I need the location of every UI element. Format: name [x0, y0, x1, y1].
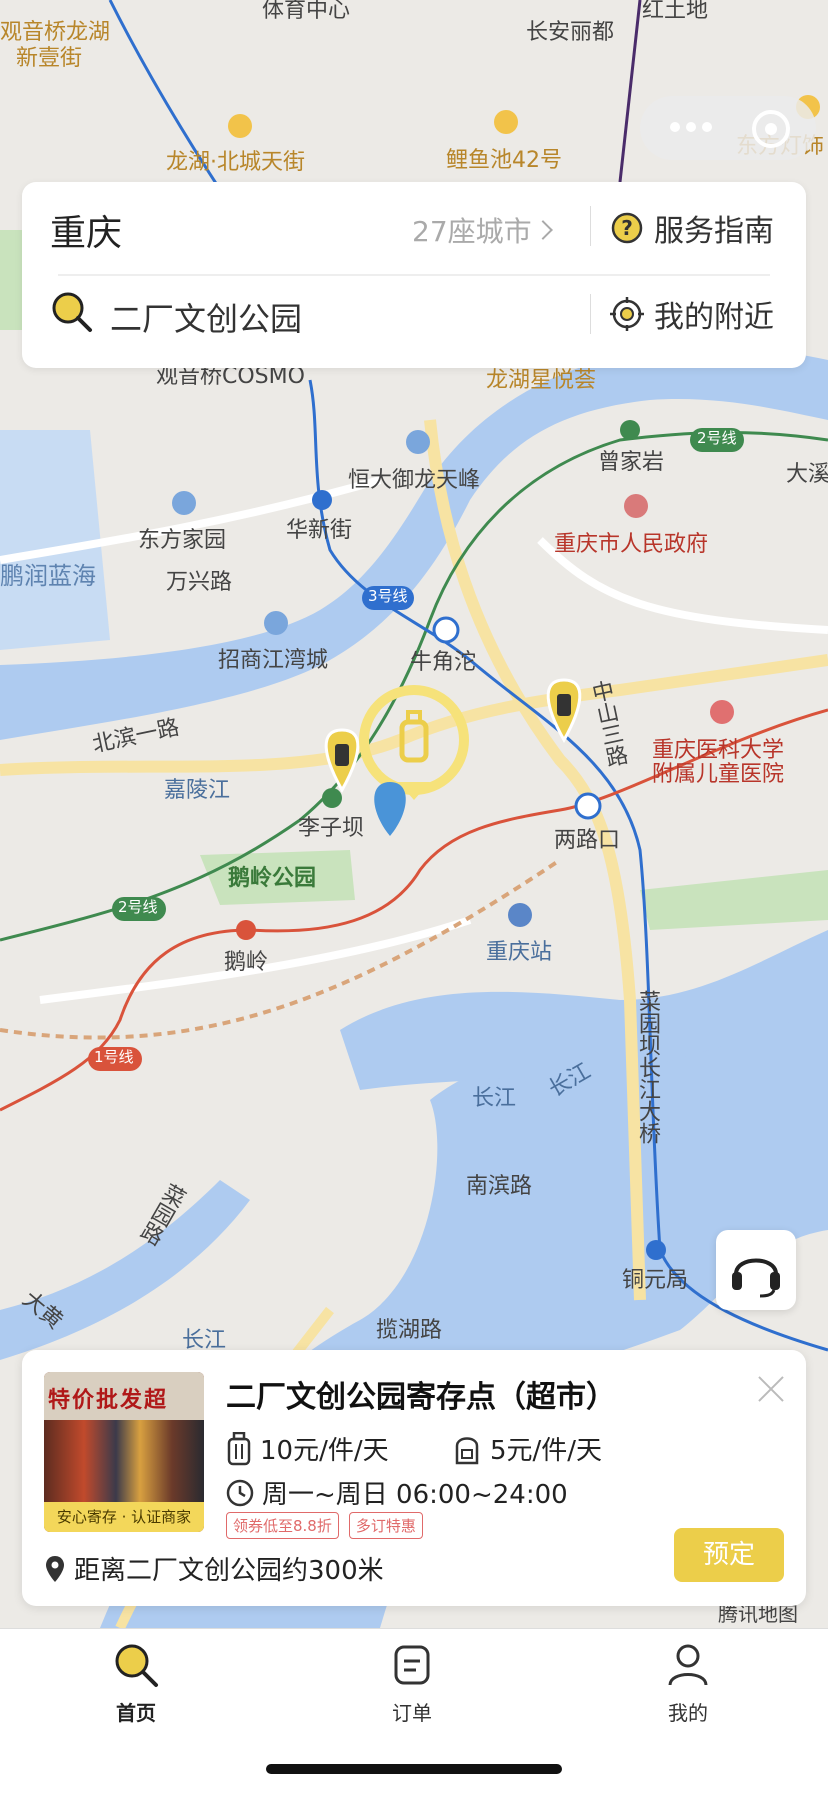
- map-label: 红土地: [642, 0, 709, 23]
- luggage-price: 10元/件/天: [226, 1430, 389, 1467]
- map-label: 鲤鱼池42号: [446, 148, 562, 173]
- map-label: 鹅岭: [224, 950, 269, 975]
- luggage-price-value: 10元/件/天: [260, 1436, 389, 1466]
- storage-point-card[interactable]: 特价批发超 安心寄存 · 认证商家 二厂文创公园寄存点（超市） 10元/件/天 …: [22, 1350, 806, 1606]
- svg-text:?: ?: [621, 216, 633, 240]
- city-row: 重庆 27座城市 ? 服务指南: [22, 182, 806, 270]
- distance-value: 距离二厂文创公园约300米: [74, 1556, 384, 1586]
- map-label: 体育中心: [262, 0, 351, 23]
- divider: [590, 294, 591, 334]
- map-label: 嘉陵江: [164, 778, 231, 803]
- backpack-icon: [455, 1436, 479, 1464]
- tab-profile[interactable]: 我的: [628, 1641, 748, 1726]
- map-label: 重庆医科大学: [652, 738, 785, 763]
- miniprogram-capsule[interactable]: [640, 96, 816, 160]
- promo-tag: 领券低至8.8折: [226, 1512, 339, 1539]
- map-label: 观音桥龙湖: [0, 20, 111, 45]
- store-photo: 特价批发超 安心寄存 · 认证商家: [44, 1372, 204, 1532]
- opening-hours-value: 周一~周日 06:00~24:00: [262, 1480, 568, 1510]
- map-label: 长安丽都: [526, 20, 615, 45]
- map-label: 鹏润蓝海: [0, 562, 96, 590]
- chevron-right-icon: [532, 220, 553, 240]
- tab-label: 我的: [668, 1701, 708, 1725]
- question-icon: ?: [611, 212, 643, 244]
- home-indicator: [266, 1764, 562, 1774]
- luggage-icon: [227, 1431, 251, 1465]
- tab-home[interactable]: 首页: [76, 1641, 196, 1726]
- city-count: 27座城市: [412, 215, 532, 248]
- map-label: 长江: [182, 1328, 227, 1353]
- map-label: 鹅岭公园: [228, 866, 317, 891]
- metro-badge: 2号线: [697, 429, 737, 447]
- tab-orders[interactable]: 订单: [352, 1641, 472, 1726]
- customer-service-button[interactable]: [716, 1230, 796, 1310]
- search-input[interactable]: 二厂文创公园: [110, 294, 302, 340]
- tab-label: 订单: [392, 1701, 432, 1725]
- map-label: 南滨路: [466, 1174, 533, 1199]
- search-icon: [115, 1644, 158, 1687]
- book-button[interactable]: 预定: [674, 1528, 784, 1582]
- map-label: 观音桥COSMO: [156, 364, 305, 389]
- divider: [590, 206, 591, 246]
- map-label: 万兴路: [166, 570, 233, 595]
- map-label: 华新街: [286, 518, 353, 543]
- map-label: 两路口: [554, 828, 621, 853]
- current-city[interactable]: 重庆: [50, 204, 122, 256]
- store-title: 二厂文创公园寄存点（超市）: [226, 1380, 616, 1415]
- bag-price: 5元/件/天: [452, 1430, 602, 1467]
- map-label: 揽湖路: [376, 1318, 443, 1343]
- distance-info: 距离二厂文创公园约300米: [44, 1550, 384, 1587]
- keyword-row: 二厂文创公园 我的附近: [22, 270, 806, 358]
- map-label: 东方家园: [138, 528, 227, 553]
- promo-tags: 领券低至8.8折 多订特惠: [226, 1512, 423, 1539]
- more-icon[interactable]: [670, 122, 712, 132]
- city-selector[interactable]: 27座城市: [412, 210, 553, 250]
- map-label: 重庆市人民政府: [554, 532, 709, 557]
- locate-icon: [610, 297, 644, 331]
- map-label: 菜园坝长江大桥: [635, 990, 660, 1144]
- order-icon: [394, 1645, 430, 1685]
- close-icon[interactable]: [756, 1374, 786, 1404]
- map-label: 长江: [472, 1086, 517, 1111]
- service-guide-button[interactable]: ? 服务指南: [610, 206, 774, 250]
- location-pin-icon: [46, 1555, 64, 1582]
- search-icon: [50, 290, 94, 334]
- clock-icon: [226, 1479, 254, 1506]
- map-label: 龙湖星悦荟: [486, 368, 597, 393]
- map-label: 牛角沱: [410, 650, 477, 675]
- map-label: 招商江湾城: [218, 648, 329, 673]
- service-guide-label: 服务指南: [654, 214, 774, 249]
- map-label: 铜元局: [622, 1268, 689, 1293]
- store-front: [44, 1420, 204, 1502]
- store-sign: 特价批发超: [44, 1372, 204, 1420]
- profile-icon: [668, 1644, 708, 1686]
- map-label: 大溪: [786, 462, 828, 487]
- search-card: 重庆 27座城市 ? 服务指南 二厂文创公园 我的附近: [22, 182, 806, 368]
- headset-icon: [732, 1258, 780, 1298]
- certified-badge: 安心寄存 · 认证商家: [44, 1502, 204, 1532]
- metro-badge: 2号线: [118, 898, 158, 916]
- map-label: 附属儿童医院: [652, 762, 785, 787]
- close-miniprogram-icon[interactable]: [752, 110, 790, 148]
- map-label: 重庆站: [486, 940, 553, 965]
- map-label: 李子坝: [298, 816, 365, 841]
- map-label: 龙湖·北城天街: [166, 150, 305, 175]
- metro-badge: 3号线: [368, 587, 408, 605]
- map-label: 新壹街: [16, 46, 83, 71]
- map-label: 恒大御龙天峰: [348, 468, 481, 493]
- tab-label: 首页: [116, 1701, 156, 1725]
- promo-tag: 多订特惠: [348, 1512, 423, 1539]
- map-label: 曾家岩: [598, 450, 665, 475]
- bag-price-value: 5元/件/天: [490, 1436, 603, 1466]
- nearby-label: 我的附近: [654, 300, 774, 335]
- nearby-button[interactable]: 我的附近: [610, 292, 774, 336]
- map-attribution: 腾讯地图: [718, 1602, 798, 1626]
- opening-hours: 周一~周日 06:00~24:00: [226, 1474, 568, 1511]
- metro-badge: 1号线: [94, 1048, 134, 1066]
